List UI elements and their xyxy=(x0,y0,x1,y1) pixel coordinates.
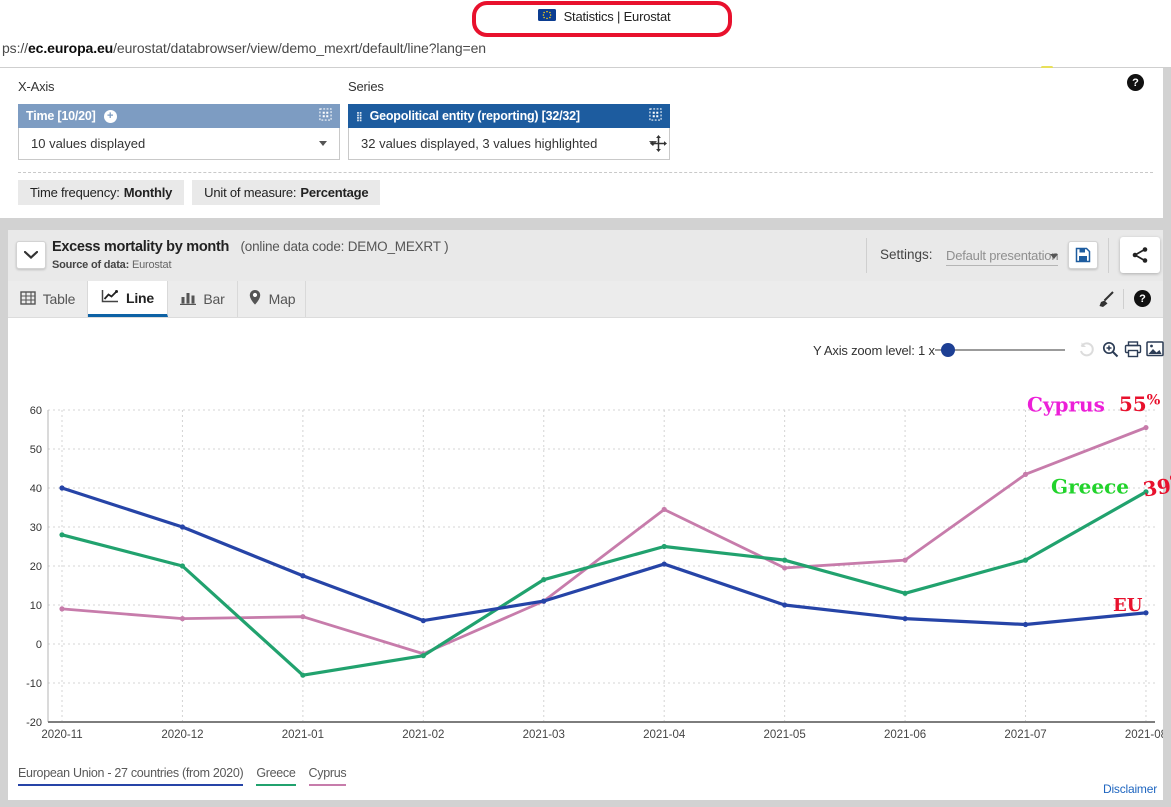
time-frequency-chip: Time frequency:Monthly xyxy=(18,180,184,205)
tab-title: Statistics | Eurostat xyxy=(564,9,671,24)
chart-annotation: Greece 39% xyxy=(1051,474,1171,498)
xaxis-section-label: X-Axis xyxy=(18,79,54,94)
filters-panel: X-Axis Series Time [10/20] + 10 values d… xyxy=(0,68,1163,218)
svg-text:2021-01: 2021-01 xyxy=(282,729,324,741)
tab-bar[interactable]: Bar xyxy=(168,281,238,317)
svg-text:30: 30 xyxy=(30,522,42,534)
paintbrush-icon[interactable] xyxy=(1095,290,1115,315)
tab-table[interactable]: Table xyxy=(8,281,88,317)
svg-text:2021-02: 2021-02 xyxy=(402,729,444,741)
svg-text:2021-07: 2021-07 xyxy=(1004,729,1046,741)
svg-text:-20: -20 xyxy=(26,717,42,729)
legend-item[interactable]: European Union - 27 countries (from 2020… xyxy=(18,766,243,786)
chart-annotation: Cyprus 55% xyxy=(1027,392,1160,416)
line-chart: 60 50 40 30 20 10 0 -10 -202020-11 2020-12 2021-01… xyxy=(8,388,1163,750)
svg-text:2021-06: 2021-06 xyxy=(884,729,926,741)
url-host: ec.europa.eu xyxy=(28,40,113,56)
move-icon[interactable] xyxy=(650,135,667,157)
export-image-icon[interactable] xyxy=(1146,341,1164,362)
drag-handle-icon[interactable]: ⣿ xyxy=(356,111,362,122)
svg-text:40: 40 xyxy=(30,483,42,495)
chart-annotation: EU xyxy=(1113,594,1142,616)
plus-icon[interactable]: + xyxy=(104,110,117,123)
codelist-grid-icon[interactable] xyxy=(319,108,332,124)
svg-text:2021-03: 2021-03 xyxy=(523,729,565,741)
chevron-down-icon[interactable] xyxy=(1050,254,1058,259)
series-values-dropdown[interactable]: 32 values displayed, 3 values highlighte… xyxy=(348,128,670,160)
dataset-code: (online data code: DEMO_MEXRT ) xyxy=(240,239,448,254)
time-values-dropdown[interactable]: 10 values displayed xyxy=(18,128,340,160)
tab-tools-divider xyxy=(1123,289,1124,309)
help-icon[interactable]: ? xyxy=(1127,74,1144,91)
svg-text:2020-11: 2020-11 xyxy=(41,729,82,741)
url-field[interactable]: ps://ec.europa.eu/eurostat/databrowser/v… xyxy=(2,40,486,56)
chevron-down-icon xyxy=(319,141,327,146)
chart-panel: Y Axis zoom level: 1 x 60 50 40 30 20 10 0 -10 -… xyxy=(8,318,1163,800)
browser-tab-bar: Statistics | Eurostat xyxy=(0,0,1171,30)
map-pin-icon xyxy=(248,289,262,309)
yaxis-zoom-label: Y Axis zoom level: 1 x xyxy=(813,343,935,358)
url-bar: ps://ec.europa.eu/eurostat/databrowser/v… xyxy=(0,30,1171,68)
undo-zoom-icon[interactable] xyxy=(1078,341,1095,363)
dataset-title: Excess mortality by month xyxy=(52,239,229,255)
section-divider xyxy=(18,172,1153,173)
fixed-dimensions-row: Time frequency:Monthly Unit of measure:P… xyxy=(18,180,380,205)
legend-item[interactable]: Cyprus xyxy=(309,766,347,786)
chart-legend: European Union - 27 countries (from 2020… xyxy=(18,766,346,786)
url-scheme: ps:// xyxy=(2,40,28,56)
svg-text:20: 20 xyxy=(30,561,42,573)
tab-map[interactable]: Map xyxy=(238,281,306,317)
legend-item[interactable]: Greece xyxy=(256,766,295,786)
time-dropdown-value: 10 values displayed xyxy=(31,136,145,151)
svg-text:10: 10 xyxy=(30,600,42,612)
svg-text:2021-04: 2021-04 xyxy=(643,729,686,741)
disclaimer-link[interactable]: Disclaimer xyxy=(1103,782,1157,796)
page-gutter xyxy=(1163,68,1171,807)
share-button[interactable] xyxy=(1120,237,1160,273)
zoom-in-icon[interactable] xyxy=(1102,341,1119,363)
help-icon[interactable]: ? xyxy=(1134,290,1151,307)
svg-text:0: 0 xyxy=(36,639,42,651)
series-section-label: Series xyxy=(348,79,384,94)
table-icon xyxy=(20,291,36,308)
bar-chart-icon xyxy=(180,291,196,308)
eu-flag-icon xyxy=(538,8,556,26)
time-header-label: Time [10/20] xyxy=(26,109,96,123)
svg-text:-10: -10 xyxy=(26,678,42,690)
screen: Statistics | Eurostat ps://ec.europa.eu/… xyxy=(0,0,1171,807)
svg-text:60: 60 xyxy=(30,405,42,417)
settings-label: Settings: xyxy=(880,247,933,262)
codelist-grid-icon[interactable] xyxy=(649,108,662,124)
settings-dropdown[interactable]: Default presentation xyxy=(946,248,1058,266)
browser-tab[interactable]: Statistics | Eurostat xyxy=(486,3,722,30)
svg-text:2020-12: 2020-12 xyxy=(161,729,203,741)
print-icon[interactable] xyxy=(1124,341,1142,363)
line-chart-icon xyxy=(101,289,119,306)
collapse-button[interactable] xyxy=(16,241,46,269)
url-path: /eurostat/databrowser/view/demo_mexrt/de… xyxy=(113,40,486,56)
tab-line[interactable]: Line xyxy=(88,281,168,317)
dataset-source: Source of data: Eurostat xyxy=(52,259,171,271)
view-tab-bar: Table Line Bar Map ? xyxy=(8,281,1163,318)
series-header-label: Geopolitical entity (reporting) [32/32] xyxy=(370,109,580,123)
dataset-header: Excess mortality by month (online data c… xyxy=(8,230,1163,281)
slider-knob[interactable] xyxy=(941,343,955,357)
series-dropdown-value: 32 values displayed, 3 values highlighte… xyxy=(361,136,597,151)
svg-text:2021-08: 2021-08 xyxy=(1125,729,1163,741)
time-dimension-header[interactable]: Time [10/20] + xyxy=(18,104,340,128)
svg-text:50: 50 xyxy=(30,444,42,456)
save-button[interactable] xyxy=(1068,241,1098,269)
share-divider xyxy=(1108,238,1109,273)
unit-of-measure-chip: Unit of measure:Percentage xyxy=(192,180,380,205)
dataset-title-row: Excess mortality by month (online data c… xyxy=(52,238,448,256)
settings-divider xyxy=(866,238,867,273)
series-dimension-header[interactable]: ⣿ Geopolitical entity (reporting) [32/32… xyxy=(348,104,670,128)
svg-text:2021-05: 2021-05 xyxy=(764,729,806,741)
